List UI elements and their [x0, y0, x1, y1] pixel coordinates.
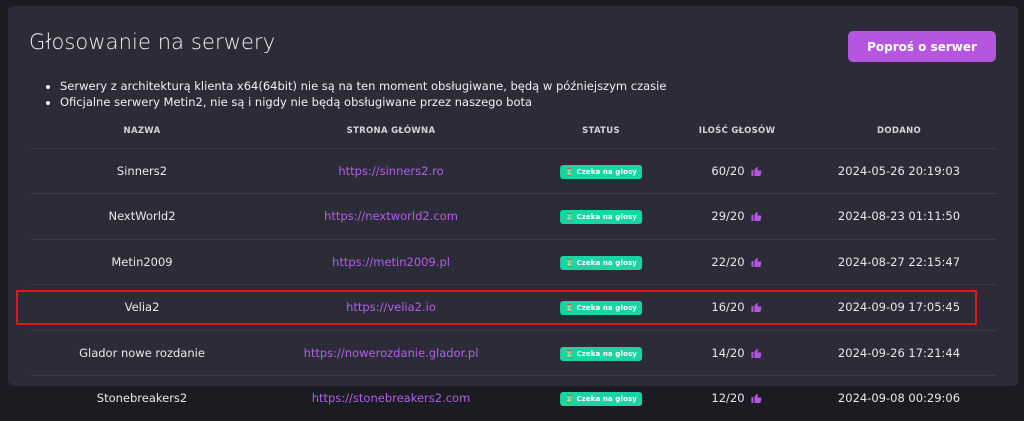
status-cell: ⏳ Czeka na głosy	[560, 164, 642, 180]
status-label: Czeka na głosy	[576, 258, 637, 267]
table-header: NAZWA STRONA GŁÓWNA STATUS ILOŚĆ GŁOSÓW …	[30, 124, 997, 146]
added-date: 2024-08-27 22:15:47	[837, 254, 961, 269]
notes-list: Serwery z architekturą klienta x64(64bit…	[46, 78, 666, 110]
votes-cell: 60/20	[711, 164, 762, 178]
page-title: Głosowanie na serwery	[29, 30, 276, 54]
table-row[interactable]: NextWorld2 https://nextworld2.com ⏳ Czek…	[30, 193, 997, 239]
vote-count: 60/20	[711, 164, 745, 178]
header-votes[interactable]: ILOŚĆ GŁOSÓW	[699, 126, 776, 136]
votes-cell: 14/20	[711, 346, 762, 360]
thumbs-up-icon[interactable]	[751, 210, 763, 222]
request-server-button[interactable]: Poproś o serwer	[848, 31, 996, 62]
header-status[interactable]: STATUS	[582, 126, 620, 136]
added-date: 2024-09-08 00:29:06	[837, 391, 961, 405]
note-item: Serwery z architekturą klienta x64(64bit…	[60, 78, 666, 94]
vote-count: 14/20	[711, 345, 745, 360]
table-row[interactable]: Stonebreakers2 https://stonebreakers2.co…	[30, 375, 997, 421]
server-homepage-link[interactable]: https://nowerozdanie.glador.pl	[304, 346, 479, 360]
votes-cell: 22/20	[711, 255, 762, 269]
hourglass-icon: ⏳	[565, 168, 574, 176]
header-added[interactable]: DODANO	[877, 126, 921, 136]
status-label: Czeka na głosy	[576, 168, 637, 176]
added-date: 2024-08-23 01:11:50	[837, 209, 961, 224]
status-cell: ⏳ Czeka na głosy	[560, 391, 642, 407]
votes-cell: 12/20	[711, 391, 762, 405]
note-item: Oficjalne serwery Metin2, nie są i nigdy…	[60, 94, 666, 110]
status-badge: ⏳ Czeka na głosy	[560, 165, 642, 179]
status-label: Czeka na głosy	[576, 213, 637, 222]
status-cell: ⏳ Czeka na głosy	[560, 209, 642, 225]
vote-count: 12/20	[711, 391, 745, 405]
hourglass-icon: ⏳	[565, 213, 574, 222]
server-name: NextWorld2	[108, 209, 176, 224]
status-cell: ⏳ Czeka na głosy	[560, 346, 642, 362]
thumbs-up-icon[interactable]	[751, 256, 763, 268]
hourglass-icon: ⏳	[565, 349, 574, 358]
table-row[interactable]: Glador nowe rozdanie https://nowerozdani…	[30, 329, 997, 376]
status-label: Czeka na głosy	[576, 349, 637, 358]
votes-cell: 29/20	[711, 209, 762, 223]
server-homepage-link[interactable]: https://sinners2.ro	[338, 164, 443, 178]
hourglass-icon: ⏳	[565, 258, 574, 267]
added-date: 2024-05-26 20:19:03	[837, 164, 961, 178]
vote-count: 29/20	[711, 209, 745, 224]
table-row[interactable]: Sinners2 https://sinners2.ro ⏳ Czeka na …	[30, 148, 997, 194]
server-homepage-link[interactable]: https://nextworld2.com	[324, 209, 458, 223]
header-homepage[interactable]: STRONA GŁÓWNA	[347, 126, 436, 136]
server-name: Glador nowe rozdanie	[79, 345, 205, 360]
status-badge: ⏳ Czeka na głosy	[560, 255, 642, 270]
highlighted-row-outline	[16, 290, 977, 325]
hourglass-icon: ⏳	[565, 395, 574, 403]
status-cell: ⏳ Czeka na głosy	[560, 255, 642, 271]
thumbs-up-icon[interactable]	[751, 165, 763, 177]
server-name: Stonebreakers2	[96, 391, 188, 405]
thumbs-up-icon[interactable]	[751, 392, 763, 404]
status-badge: ⏳ Czeka na głosy	[560, 346, 642, 361]
status-label: Czeka na głosy	[576, 395, 637, 403]
server-name: Sinners2	[116, 164, 168, 178]
thumbs-up-icon[interactable]	[751, 347, 763, 359]
vote-count: 22/20	[711, 254, 745, 269]
server-homepage-link[interactable]: https://stonebreakers2.com	[312, 391, 471, 405]
table-row[interactable]: Metin2009 https://metin2009.pl ⏳ Czeka n…	[30, 238, 997, 285]
header-name[interactable]: NAZWA	[124, 126, 161, 136]
server-homepage-link[interactable]: https://metin2009.pl	[332, 255, 450, 269]
added-date: 2024-09-26 17:21:44	[837, 345, 961, 360]
server-name: Metin2009	[111, 254, 173, 269]
status-badge: ⏳ Czeka na głosy	[560, 392, 642, 406]
status-badge: ⏳ Czeka na głosy	[560, 210, 642, 225]
